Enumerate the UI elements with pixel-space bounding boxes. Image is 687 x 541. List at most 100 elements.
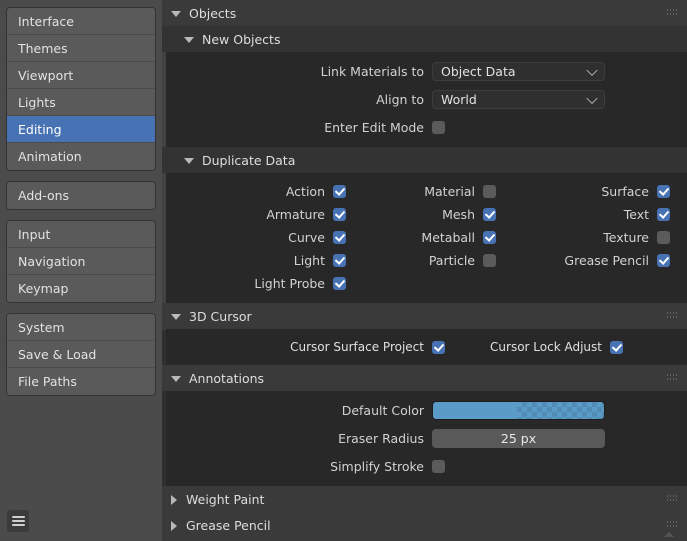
checkbox-light[interactable] — [333, 254, 346, 267]
section-title-objects: Objects — [189, 5, 237, 21]
preferences-content: Objects New Objects Link Materials to Ob… — [162, 0, 687, 541]
sidebar-item-animation[interactable]: Animation — [7, 143, 155, 170]
chevron-down-icon — [171, 376, 181, 382]
checkbox-simplify-stroke[interactable] — [432, 460, 445, 473]
row-default-color: Default Color — [162, 399, 687, 422]
label-texture: Texture — [603, 230, 649, 245]
checkbox-curve[interactable] — [333, 231, 346, 244]
section-header-grease-pencil[interactable]: Grease Pencil — [162, 512, 687, 538]
label-cursor-lock-adjust: Cursor Lock Adjust — [490, 340, 602, 354]
section-header-objects[interactable]: Objects — [162, 0, 687, 26]
chevron-down-icon — [586, 92, 598, 104]
label-metaball: Metaball — [421, 230, 475, 245]
checkbox-row-surface: Surface — [496, 180, 670, 203]
checkbox-enter-edit-mode[interactable] — [432, 121, 445, 134]
label-simplify-stroke: Simplify Stroke — [330, 459, 424, 474]
color-swatch-default-color[interactable] — [432, 401, 605, 420]
chevron-down-icon — [171, 11, 181, 17]
section-header-3d-cursor[interactable]: 3D Cursor — [162, 303, 687, 329]
label-material: Material — [424, 184, 475, 199]
sidebar-item-save-and-load[interactable]: Save & Load — [7, 341, 155, 368]
chevron-right-icon — [171, 521, 177, 531]
hamburger-icon[interactable] — [7, 510, 29, 532]
dropdown-align-to[interactable]: World — [432, 90, 605, 109]
sidebar-item-file-paths[interactable]: File Paths — [7, 368, 155, 395]
sidebar-item-navigation[interactable]: Navigation — [7, 248, 155, 275]
annotations-body: Default Color Eraser Radius 25 px Simpli… — [162, 391, 687, 486]
sidebar-item-editing[interactable]: Editing — [7, 116, 155, 143]
checkbox-particle[interactable] — [483, 254, 496, 267]
checkbox-row-curve: Curve — [162, 226, 346, 249]
sidebar-item-lights[interactable]: Lights — [7, 89, 155, 116]
section-title-duplicate-data: Duplicate Data — [202, 152, 296, 168]
row-enter-edit-mode: Enter Edit Mode — [162, 116, 687, 139]
label-eraser-radius: Eraser Radius — [338, 431, 424, 446]
hamburger-bar — [11, 520, 25, 522]
sidebar-nav: Interface Themes Viewport Lights Editing… — [0, 0, 162, 541]
checkbox-texture[interactable] — [657, 231, 670, 244]
row-cursor-options: Cursor Surface Project Cursor Lock Adjus… — [162, 329, 687, 365]
section-title-annotations: Annotations — [189, 370, 265, 386]
checkbox-row-action: Action — [162, 180, 346, 203]
hamburger-bar — [11, 516, 25, 518]
section-title-new-objects: New Objects — [202, 31, 281, 47]
chevron-down-icon — [184, 37, 194, 43]
checkbox-metaball[interactable] — [483, 231, 496, 244]
row-eraser-radius: Eraser Radius 25 px — [162, 427, 687, 450]
vertical-scrollbar[interactable] — [162, 0, 166, 541]
checkbox-surface[interactable] — [657, 185, 670, 198]
duplicate-data-grid: Action Material Surface Armature Mesh Te… — [162, 173, 687, 303]
sidebar-item-keymap[interactable]: Keymap — [7, 275, 155, 302]
label-link-materials-to: Link Materials to — [320, 64, 424, 79]
section-header-duplicate-data[interactable]: Duplicate Data — [162, 147, 687, 173]
section-header-annotations[interactable]: Annotations — [162, 365, 687, 391]
row-simplify-stroke: Simplify Stroke — [162, 455, 687, 478]
checkbox-action[interactable] — [333, 185, 346, 198]
checkbox-cursor-lock-adjust[interactable] — [610, 340, 623, 354]
checkbox-grease-pencil[interactable] — [657, 254, 670, 267]
section-title-grease-pencil: Grease Pencil — [186, 517, 271, 533]
checkbox-light-probe[interactable] — [333, 277, 346, 290]
chevron-right-icon — [171, 495, 177, 505]
sidebar-item-input[interactable]: Input — [7, 221, 155, 248]
sidebar-item-themes[interactable]: Themes — [7, 35, 155, 62]
section-header-weight-paint[interactable]: Weight Paint — [162, 486, 687, 512]
chevron-down-icon — [184, 158, 194, 164]
checkbox-material[interactable] — [483, 185, 496, 198]
dropdown-link-materials-to[interactable]: Object Data — [432, 62, 605, 81]
label-particle: Particle — [428, 253, 475, 268]
preferences-window: Interface Themes Viewport Lights Editing… — [0, 0, 687, 541]
checkbox-text[interactable] — [657, 208, 670, 221]
new-objects-body: Link Materials to Object Data Align to W… — [162, 52, 687, 147]
panel-collapse-tab[interactable] — [657, 528, 681, 541]
checkbox-row-light: Light — [162, 249, 346, 272]
3d-cursor-body: Cursor Surface Project Cursor Lock Adjus… — [162, 329, 687, 365]
grip-dots-icon[interactable] — [667, 495, 678, 503]
checkbox-row-mesh: Mesh — [346, 203, 496, 226]
checkbox-cursor-surface-project[interactable] — [432, 340, 445, 354]
sidebar-item-interface[interactable]: Interface — [7, 8, 155, 35]
checkbox-mesh[interactable] — [483, 208, 496, 221]
label-text: Text — [623, 207, 649, 222]
sidebar-item-add-ons[interactable]: Add-ons — [7, 182, 155, 209]
checkbox-armature[interactable] — [333, 208, 346, 221]
chevron-down-icon — [171, 314, 181, 320]
checkbox-row-metaball: Metaball — [346, 226, 496, 249]
label-light-probe: Light Probe — [254, 276, 325, 291]
grip-dots-icon[interactable] — [667, 9, 678, 17]
checkbox-row-text: Text — [496, 203, 670, 226]
label-light: Light — [293, 253, 325, 268]
label-curve: Curve — [288, 230, 325, 245]
hamburger-bar — [11, 524, 25, 526]
value-eraser-radius: 25 px — [500, 431, 537, 446]
grip-dots-icon[interactable] — [667, 312, 678, 320]
row-align-to: Align to World — [162, 88, 687, 111]
checkbox-row-armature: Armature — [162, 203, 346, 226]
grip-dots-icon[interactable] — [667, 374, 678, 382]
sidebar-item-viewport[interactable]: Viewport — [7, 62, 155, 89]
sidebar-item-system[interactable]: System — [7, 314, 155, 341]
section-header-new-objects[interactable]: New Objects — [162, 26, 687, 52]
section-title-weight-paint: Weight Paint — [186, 491, 265, 507]
slider-eraser-radius[interactable]: 25 px — [432, 429, 605, 448]
swatch-solid-part — [433, 402, 517, 419]
